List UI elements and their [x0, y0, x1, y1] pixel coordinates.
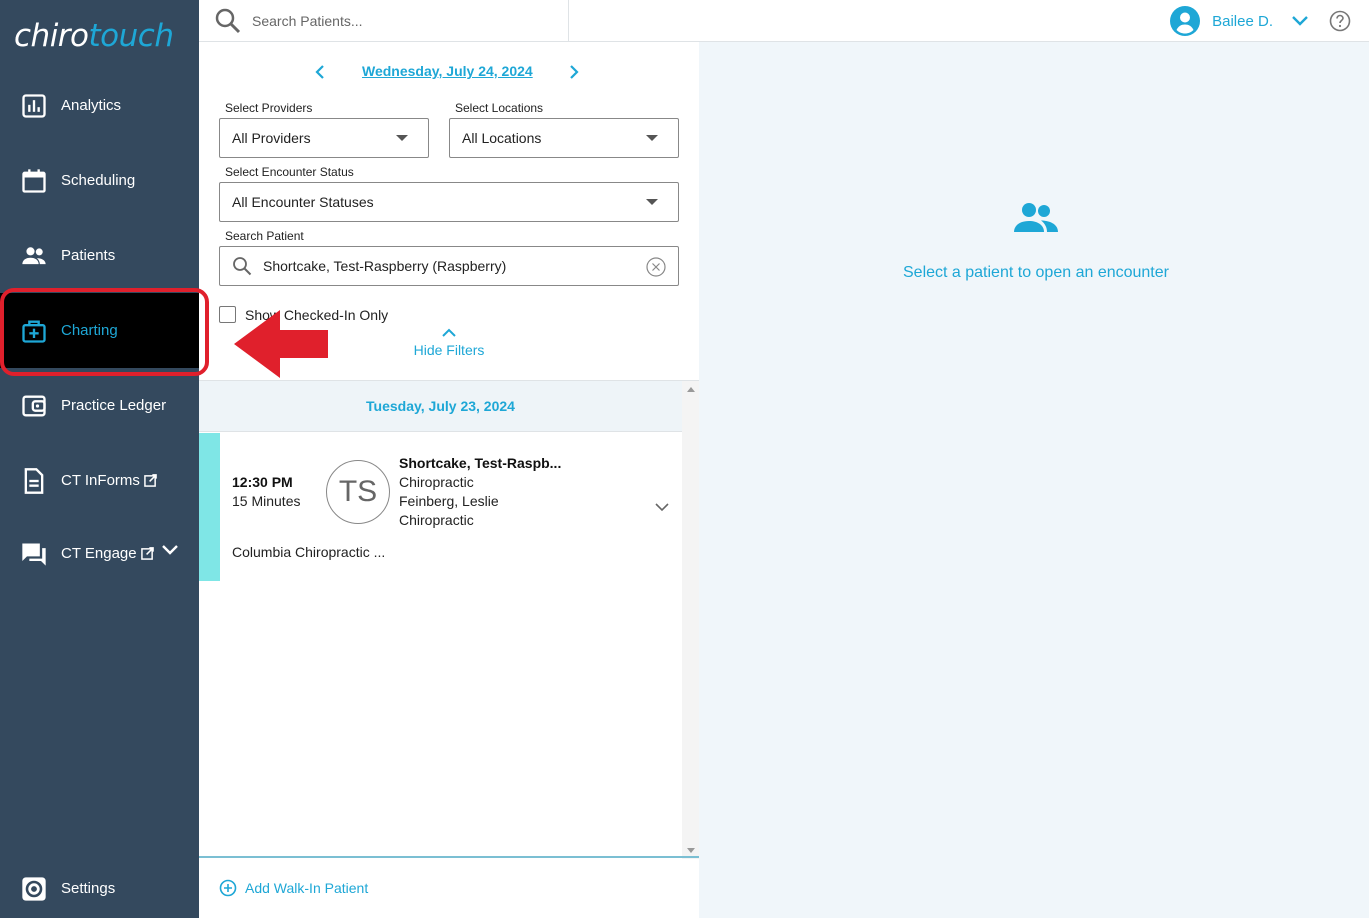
analytics-icon [20, 92, 48, 120]
sidebar-item-scheduling[interactable]: Scheduling [0, 143, 199, 218]
add-circle-icon [219, 879, 237, 897]
patient-avatar: TS [326, 460, 390, 524]
date-picker-link[interactable]: Wednesday, July 24, 2024 [362, 63, 533, 79]
appointment-location: Columbia Chiropractic ... [232, 544, 386, 560]
hide-filters-button[interactable]: Hide Filters [399, 326, 499, 366]
sidebar-item-ct-informs[interactable]: CT InForms [0, 443, 199, 518]
sidebar-item-charting[interactable]: Charting [0, 293, 199, 368]
sidebar-item-label: Charting [61, 322, 118, 339]
date-navigator: Wednesday, July 24, 2024 [199, 60, 699, 84]
checked-in-only-label: Show Checked-In Only [245, 306, 389, 323]
sidebar-item-label: Settings [61, 880, 116, 897]
search-patient-value: Shortcake, Test-Raspberry (Raspberry) [263, 258, 507, 274]
appointment-time: 12:30 PM [232, 474, 293, 490]
encounter-status-select[interactable]: All Encounter Statuses [219, 182, 679, 222]
add-walk-in-label: Add Walk-In Patient [245, 880, 369, 896]
scroll-down-icon[interactable] [687, 848, 695, 853]
caret-down-icon [646, 135, 658, 141]
top-bar: Bailee D. [199, 0, 1369, 42]
search-icon [233, 257, 252, 276]
chevron-left-icon[interactable] [313, 64, 329, 80]
chevron-down-icon[interactable] [161, 541, 179, 559]
encounter-panel: Select a patient to open an encounter [699, 42, 1369, 918]
search-patient-field[interactable]: Shortcake, Test-Raspberry (Raspberry) [219, 246, 679, 286]
external-link-icon [140, 547, 154, 560]
help-icon[interactable] [1329, 10, 1351, 32]
sidebar-item-label: Scheduling [61, 172, 136, 189]
provider-type: Chiropractic [399, 512, 474, 528]
encounter-status-label: Select Encounter Status [225, 165, 354, 179]
sidebar-item-analytics[interactable]: Analytics [0, 68, 199, 143]
locations-value: All Locations [462, 130, 542, 146]
locations-label: Select Locations [455, 101, 544, 115]
sidebar-item-label: Patients [61, 247, 116, 264]
patient-search-bar [199, 0, 569, 42]
visit-type: Chiropractic [399, 474, 474, 490]
providers-select[interactable]: All Providers [219, 118, 429, 158]
calendar-icon [20, 167, 48, 195]
scroll-up-icon[interactable] [687, 387, 695, 392]
provider-name: Feinberg, Leslie [399, 493, 499, 509]
sidebar-item-ct-engage[interactable]: CT Engage [0, 516, 199, 591]
sidebar-item-practice-ledger[interactable]: Practice Ledger [0, 368, 199, 443]
appointment-card[interactable]: 12:30 PM 15 Minutes TS Shortcake, Test-R… [199, 433, 682, 581]
appointment-duration: 15 Minutes [232, 493, 301, 509]
external-link-icon [144, 474, 157, 487]
schedule-panel: Wednesday, July 24, 2024 Select Provider… [199, 42, 699, 918]
search-input[interactable] [252, 13, 552, 29]
gear-icon [20, 875, 48, 903]
sidebar-item-label: CT InForms [61, 472, 140, 489]
scrollbar[interactable] [682, 381, 699, 859]
caret-down-icon [646, 199, 658, 205]
empty-state-message: Select a patient to open an encounter [903, 264, 1169, 281]
search-patient-label: Search Patient [225, 229, 304, 243]
medical-bag-icon [20, 317, 48, 345]
hide-filters-label: Hide Filters [413, 342, 485, 358]
sidebar-item-patients[interactable]: Patients [0, 218, 199, 293]
status-stripe [199, 433, 220, 581]
day-header: Tuesday, July 23, 2024 [199, 381, 682, 432]
clear-icon[interactable] [646, 257, 666, 277]
sidebar-item-label: Practice Ledger [61, 397, 167, 414]
providers-value: All Providers [232, 130, 311, 146]
people-icon [20, 242, 48, 270]
locations-select[interactable]: All Locations [449, 118, 679, 158]
chirotouch-logo[interactable]: chirotouch [14, 18, 189, 58]
document-icon [20, 467, 48, 495]
user-menu[interactable]: Bailee D. [1170, 0, 1369, 42]
chevron-down-icon[interactable] [654, 501, 670, 513]
checked-in-only-checkbox[interactable] [219, 306, 236, 323]
chevron-right-icon[interactable] [565, 64, 581, 80]
people-icon [1014, 203, 1058, 232]
sidebar-item-label: Analytics [61, 97, 122, 114]
checked-in-only-row: Show Checked-In Only [219, 306, 388, 323]
sidebar: chirotouch Analytics Scheduling Patients… [0, 0, 199, 918]
appointment-list: Tuesday, July 23, 2024 12:30 PM 15 Minut… [199, 380, 699, 859]
add-walk-in-button[interactable]: Add Walk-In Patient [199, 856, 699, 918]
chevron-down-icon[interactable] [1291, 12, 1309, 30]
user-name: Bailee D. [1212, 12, 1273, 30]
user-avatar-icon [1170, 6, 1201, 36]
wallet-icon [20, 392, 48, 420]
providers-label: Select Providers [225, 101, 313, 115]
search-icon [215, 8, 241, 34]
chevron-up-icon [442, 328, 456, 337]
encounter-status-value: All Encounter Statuses [232, 194, 374, 210]
sidebar-item-settings[interactable]: Settings [0, 851, 199, 918]
caret-down-icon [396, 135, 408, 141]
sidebar-item-label: CT Engage [61, 545, 137, 562]
patient-name: Shortcake, Test-Raspb... [399, 455, 562, 471]
chat-icon [20, 540, 48, 568]
